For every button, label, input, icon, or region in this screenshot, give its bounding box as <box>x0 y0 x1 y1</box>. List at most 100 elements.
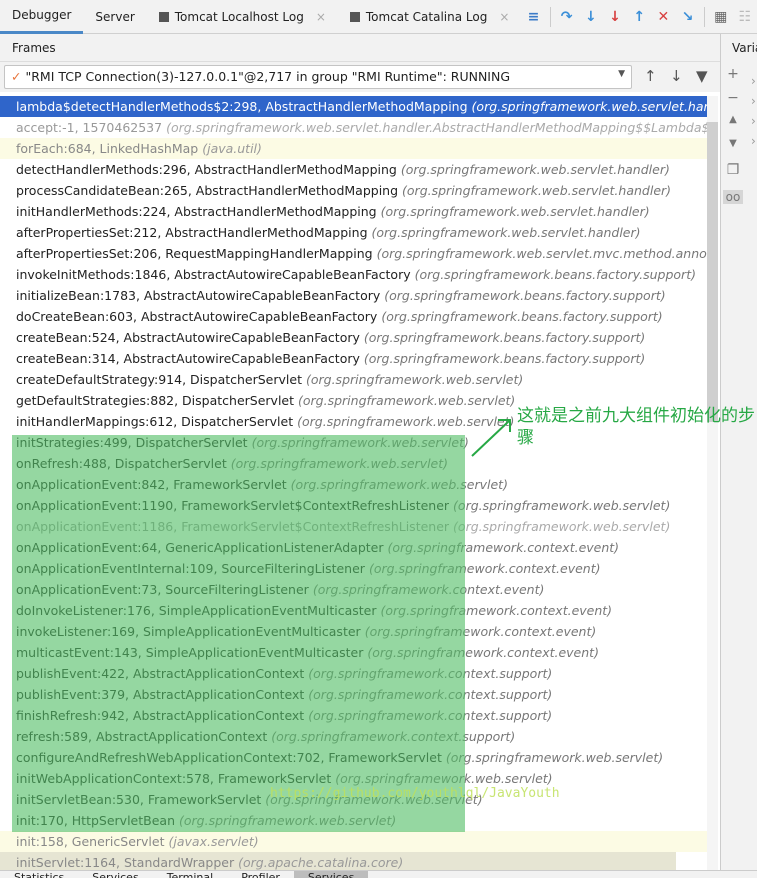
close-icon[interactable]: × <box>499 10 509 24</box>
frame-row[interactable]: createBean:314, AbstractAutowireCapableB… <box>0 348 707 369</box>
force-step-into-icon[interactable]: ↓ <box>603 9 627 25</box>
tab-profiler[interactable]: Profiler <box>227 871 294 878</box>
frame-row[interactable]: afterPropertiesSet:206, RequestMappingHa… <box>0 243 707 264</box>
frame-row[interactable]: onRefresh:488, DispatcherServlet (org.spr… <box>0 453 707 474</box>
frame-method: initializeBean:1783, AbstractAutowireCap… <box>16 288 381 303</box>
filter-icon[interactable]: ▼ <box>696 67 708 85</box>
frame-method: onApplicationEvent:1186, FrameworkServle… <box>16 519 450 534</box>
frame-package: (org.springframework.web.servlet.handler… <box>166 120 707 135</box>
frame-row[interactable]: accept:-1, 1570462537 (org.springframewor… <box>0 117 707 138</box>
chevron-right-icon[interactable]: › <box>751 74 756 88</box>
frame-package: (org.springframework.web.servlet) <box>290 477 508 492</box>
close-icon[interactable]: × <box>316 10 326 24</box>
scrollbar-thumb[interactable] <box>707 122 718 422</box>
frame-row[interactable]: initHandlerMethods:224, AbstractHandlerM… <box>0 201 707 222</box>
frame-method: finishRefresh:942, AbstractApplicationCo… <box>16 708 305 723</box>
frame-row[interactable]: configureAndRefreshWebApplicationContext… <box>0 747 707 768</box>
tab-tomcat-catalina-log[interactable]: Tomcat Catalina Log × <box>338 0 522 34</box>
frame-row[interactable]: init:158, GenericServlet (javax.servlet) <box>0 831 707 852</box>
frame-row[interactable]: doInvokeListener:176, SimpleApplicationE… <box>0 600 707 621</box>
frame-row[interactable]: invokeListener:169, SimpleApplicationEve… <box>0 621 707 642</box>
remove-icon[interactable]: − <box>723 90 743 106</box>
chevron-right-icon[interactable]: › <box>751 134 756 148</box>
frame-method: publishEvent:422, AbstractApplicationCon… <box>16 666 305 681</box>
tab-tomcat-localhost-log[interactable]: Tomcat Localhost Log × <box>147 0 338 34</box>
frame-row[interactable]: createDefaultStrategy:914, DispatcherSer… <box>0 369 707 390</box>
console-icon <box>349 11 360 22</box>
frame-row[interactable]: initializeBean:1783, AbstractAutowireCap… <box>0 285 707 306</box>
glasses-icon[interactable]: oo <box>723 190 743 204</box>
frame-method: forEach:684, LinkedHashMap <box>16 141 199 156</box>
frame-row[interactable]: multicastEvent:143, SimpleApplicationEve… <box>0 642 707 663</box>
frame-row[interactable]: detectHandlerMethods:296, AbstractHandle… <box>0 159 707 180</box>
frame-row[interactable]: onApplicationEventInternal:109, SourceFi… <box>0 558 707 579</box>
chevron-right-icon[interactable]: › <box>751 114 756 128</box>
frame-method: initServlet:1164, StandardWrapper <box>16 855 235 870</box>
frame-package: (org.springframework.web.servlet) <box>453 519 671 534</box>
frame-row[interactable]: invokeInitMethods:1846, AbstractAutowire… <box>0 264 707 285</box>
frame-row[interactable]: onApplicationEvent:1186, FrameworkServle… <box>0 516 707 537</box>
frame-package: (org.springframework.beans.factory.suppo… <box>414 267 696 282</box>
tab-statistics[interactable]: Statistics <box>0 871 78 878</box>
frame-package: (org.springframework.context.support) <box>308 708 553 723</box>
frame-row[interactable]: init:170, HttpServletBean (org.springfram… <box>0 810 707 831</box>
run-to-cursor-icon[interactable]: ↘ <box>675 9 699 25</box>
step-into-icon[interactable]: ↓ <box>579 9 603 25</box>
frame-row[interactable]: lambda$detectHandlerMethods$2:298, Abstr… <box>0 96 707 117</box>
frame-row[interactable]: finishRefresh:942, AbstractApplicationCo… <box>0 705 707 726</box>
watermark: https://github.com/youthlql/JavaYouth <box>270 786 560 801</box>
frame-row[interactable]: onApplicationEvent:73, SourceFilteringLi… <box>0 579 707 600</box>
frame-method: invokeInitMethods:1846, AbstractAutowire… <box>16 267 411 282</box>
frame-method: onApplicationEventInternal:109, SourceFi… <box>16 561 365 576</box>
frame-row[interactable]: createBean:524, AbstractAutowireCapableB… <box>0 327 707 348</box>
frame-package: (org.springframework.web.servlet.handler… <box>380 204 650 219</box>
add-icon[interactable]: + <box>723 66 743 82</box>
move-down-icon[interactable]: ▼ <box>723 138 743 149</box>
frame-package: (org.springframework.web.servlet.handler… <box>400 162 670 177</box>
frame-row[interactable]: publishEvent:422, AbstractApplicationCon… <box>0 663 707 684</box>
tab-services-active[interactable]: Services <box>293 871 369 878</box>
frame-row[interactable]: doCreateBean:603, AbstractAutowireCapabl… <box>0 306 707 327</box>
frame-row[interactable]: refresh:589, AbstractApplicationContext(… <box>0 726 707 747</box>
chevron-down-icon: ▼ <box>618 69 625 79</box>
step-over-icon[interactable]: ↷ <box>555 9 579 25</box>
arrow-down-icon[interactable]: ↓ <box>670 67 683 85</box>
arrow-up-icon[interactable]: ↑ <box>644 67 657 85</box>
thread-select[interactable]: ✓ "RMI TCP Connection(3)-127.0.0.1"@2,717… <box>4 65 632 89</box>
frame-method: lambda$detectHandlerMethods$2:298, Abstr… <box>16 99 468 114</box>
frame-row[interactable]: forEach:684, LinkedHashMap (java.util) <box>0 138 707 159</box>
frame-row[interactable]: afterPropertiesSet:212, AbstractHandlerM… <box>0 222 707 243</box>
chevron-right-icon[interactable]: › <box>751 94 756 108</box>
thread-bar: ✓ "RMI TCP Connection(3)-127.0.0.1"@2,717… <box>0 62 720 92</box>
menu-icon[interactable]: ≡ <box>521 9 545 25</box>
check-icon: ✓ <box>11 69 22 84</box>
frame-method: publishEvent:379, AbstractApplicationCon… <box>16 687 305 702</box>
tool-window-tabbar: Debugger Server Tomcat Localhost Log × To… <box>0 0 757 34</box>
tab-terminal[interactable]: Terminal <box>153 871 228 878</box>
tab-server[interactable]: Server <box>83 0 146 34</box>
frame-method: afterPropertiesSet:212, AbstractHandlerM… <box>16 225 368 240</box>
evaluate-icon[interactable]: ▦ <box>709 9 733 25</box>
copy-icon[interactable]: ❐ <box>723 162 743 178</box>
frame-package: (org.springframework.context.support) <box>271 729 516 744</box>
frame-row[interactable]: publishEvent:379, AbstractApplicationCon… <box>0 684 707 705</box>
frame-method: createBean:524, AbstractAutowireCapableB… <box>16 330 360 345</box>
frame-package: (org.springframework.web.servlet.handler… <box>471 99 707 114</box>
drop-frame-icon[interactable]: ✕ <box>651 9 675 25</box>
frame-row[interactable]: onApplicationEvent:64, GenericApplicatio… <box>0 537 707 558</box>
frame-row[interactable]: initServlet:1164, StandardWrapper (org.ap… <box>0 852 676 870</box>
tab-services[interactable]: Services <box>78 871 152 878</box>
frame-method: refresh:589, AbstractApplicationContext <box>16 729 268 744</box>
frame-method: initHandlerMethods:224, AbstractHandlerM… <box>16 204 377 219</box>
step-out-icon[interactable]: ↑ <box>627 9 651 25</box>
frame-row[interactable]: onApplicationEvent:1190, FrameworkServle… <box>0 495 707 516</box>
move-up-icon[interactable]: ▲ <box>723 114 743 125</box>
trace-icon[interactable]: ☷ <box>733 9 757 25</box>
frame-method: doInvokeListener:176, SimpleApplicationE… <box>16 603 377 618</box>
frame-package: (org.springframework.web.servlet) <box>251 435 469 450</box>
tab-debugger[interactable]: Debugger <box>0 0 84 34</box>
frame-row[interactable]: onApplicationEvent:842, FrameworkServlet… <box>0 474 707 495</box>
frame-row[interactable]: processCandidateBean:265, AbstractHandle… <box>0 180 707 201</box>
frame-method: onApplicationEvent:1190, FrameworkServle… <box>16 498 450 513</box>
frame-package: (org.springframework.web.servlet) <box>230 456 449 471</box>
